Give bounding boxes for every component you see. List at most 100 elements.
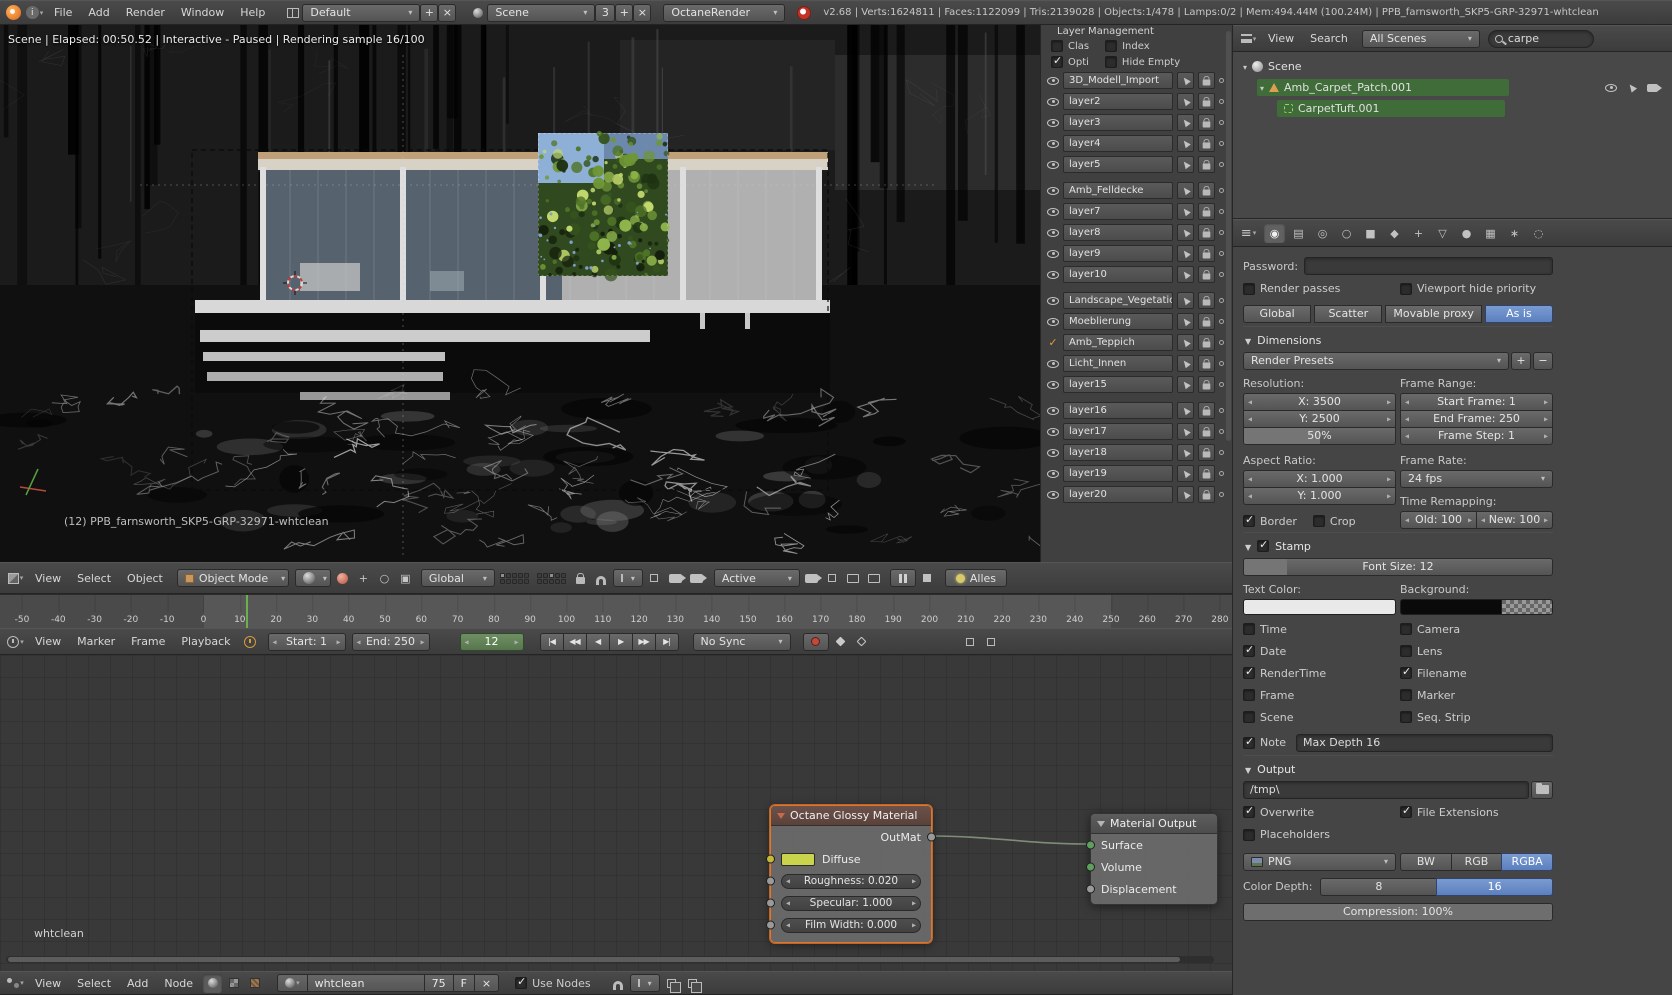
layer-name[interactable]: layer4 (1063, 135, 1173, 152)
layer-select-toggle[interactable] (1177, 334, 1194, 351)
stamp-background-swatch[interactable] (1400, 598, 1502, 615)
layer-select-toggle[interactable] (1177, 245, 1194, 262)
checkbox-box[interactable] (515, 975, 528, 989)
sync-playback-icon[interactable] (961, 632, 980, 651)
resolution-y-field[interactable]: Y: 2500 (1243, 409, 1396, 428)
material-output-node[interactable]: Material Output Surface Volume Displacem… (1086, 813, 1218, 905)
layer-lock-toggle[interactable] (1198, 402, 1215, 419)
stamp-font-size-slider[interactable]: Font Size: 12 (1243, 557, 1553, 576)
layer-select-toggle[interactable] (1177, 376, 1194, 393)
file-format-dropdown[interactable]: PNG (1243, 852, 1396, 871)
menu-node[interactable]: Node (156, 977, 201, 990)
stamp-checkbox-rendertime[interactable]: RenderTime (1243, 665, 1396, 680)
node-editor-hscrollbar[interactable] (6, 956, 1214, 963)
layer-visibility-eye-icon[interactable] (1047, 160, 1059, 169)
menu-playback[interactable]: Playback (173, 635, 238, 648)
layer-lock-toggle[interactable] (1198, 266, 1215, 283)
render-passes-checkbox[interactable]: Render passes (1243, 282, 1340, 295)
layer-visibility-eye-icon[interactable] (1047, 228, 1059, 237)
layer-lock-toggle[interactable] (1198, 334, 1215, 351)
layer-panel-scrollbar[interactable] (1226, 31, 1231, 441)
layer-render-dot[interactable] (1219, 340, 1224, 345)
overwrite-checkbox[interactable]: Overwrite (1243, 804, 1314, 819)
layer-name[interactable]: layer3 (1063, 114, 1173, 131)
layer-select-toggle[interactable] (1177, 156, 1194, 173)
layer-panel-title[interactable]: Layer Management (1057, 26, 1224, 37)
layer-render-dot[interactable] (1219, 78, 1224, 83)
output-node-header[interactable]: Material Output (1091, 814, 1217, 834)
selected-data-row[interactable]: CarpetTuft.001 (1277, 100, 1505, 117)
snap-node-magnet-icon[interactable] (609, 974, 628, 993)
properties-tab-physics[interactable]: ◌ (1528, 223, 1549, 243)
layer-render-dot[interactable] (1219, 209, 1224, 214)
password-field[interactable] (1304, 257, 1553, 275)
clas-checkbox[interactable]: Clas (1051, 40, 1089, 52)
layer-name[interactable]: layer19 (1063, 465, 1173, 482)
layer-row-layer16[interactable]: layer16 (1047, 402, 1224, 419)
layer-visibility-grid-1[interactable] (499, 572, 529, 584)
remap-new-field[interactable]: New: 100 (1476, 510, 1553, 529)
jump-to-start-button[interactable]: |◀ (539, 632, 564, 651)
stamp-note-field[interactable]: Max Depth 16 (1296, 733, 1553, 752)
selected-object-row[interactable]: Amb_Carpet_Patch.001 (1257, 79, 1509, 96)
roughness-slider[interactable]: Roughness: 0.020 (781, 873, 921, 889)
layer-select-toggle[interactable] (1177, 224, 1194, 241)
outmat-socket[interactable] (927, 832, 936, 842)
manipulator-rotate-icon[interactable]: ○ (375, 569, 394, 588)
octane-viewport-icon[interactable] (333, 569, 352, 588)
layer-lock-toggle[interactable] (1198, 182, 1215, 199)
3d-viewport[interactable]: Scene | Elapsed: 00:50.52 | Interactive … (0, 25, 1232, 562)
layer-visibility-eye-icon[interactable] (1047, 139, 1059, 148)
editor-type-info-icon[interactable] (25, 3, 44, 22)
properties-tab-texture[interactable]: ▦ (1480, 223, 1501, 243)
add-scene-button[interactable]: + (615, 3, 634, 22)
layer-name[interactable]: Landscape_Vegetation (1063, 292, 1173, 309)
open-filebrowser-button[interactable] (1531, 780, 1553, 799)
layer-name[interactable]: layer15 (1063, 376, 1173, 393)
layer-name[interactable]: layer8 (1063, 224, 1173, 241)
stamp-checkbox-frame[interactable]: Frame (1243, 689, 1396, 702)
layer-name[interactable]: 3D_Modell_Import (1063, 72, 1173, 89)
copy-nodes-icon[interactable] (662, 974, 681, 993)
layer-render-dot[interactable] (1219, 450, 1224, 455)
layer-name[interactable]: Amb_Teppich (1063, 334, 1173, 351)
checkbox-box[interactable] (1104, 56, 1117, 68)
properties-tab-data[interactable]: ▽ (1432, 223, 1453, 243)
checkbox-box[interactable] (1400, 804, 1412, 818)
stamp-checkbox-lens[interactable]: Lens (1400, 645, 1553, 658)
layer-render-dot[interactable] (1219, 230, 1224, 235)
crop-checkbox[interactable]: Crop (1312, 515, 1356, 528)
layer-lock-toggle[interactable] (1198, 355, 1215, 372)
layer-active-check-icon[interactable]: ✓ (1047, 336, 1059, 349)
checkbox-box[interactable] (1400, 282, 1412, 295)
end-frame-prop-field[interactable]: End Frame: 250 (1400, 409, 1553, 428)
opengl-render-anim-icon[interactable] (687, 569, 707, 588)
properties-tab-particles[interactable]: ∗ (1504, 223, 1525, 243)
layer-visibility-eye-icon[interactable] (1047, 448, 1059, 457)
layer-render-dot[interactable] (1219, 120, 1224, 125)
octane-imager-icon[interactable] (823, 569, 842, 588)
layer-name[interactable]: layer17 (1063, 423, 1173, 440)
checkbox-box[interactable] (1243, 735, 1255, 749)
menu-help[interactable]: Help (232, 6, 273, 19)
disclosure-icon[interactable] (1260, 81, 1264, 94)
editor-type-3d-view-icon[interactable] (6, 569, 25, 588)
menu-marker[interactable]: Marker (69, 635, 123, 648)
layer-name[interactable]: layer5 (1063, 156, 1173, 173)
channels-buttons-bw[interactable]: BW (1400, 852, 1452, 871)
layer-row-layer5[interactable]: layer5 (1047, 156, 1224, 173)
layer-select-toggle[interactable] (1177, 423, 1194, 440)
layer-row-layer7[interactable]: layer7 (1047, 203, 1224, 220)
menu-file[interactable]: File (46, 6, 80, 19)
layer-name[interactable]: layer16 (1063, 402, 1173, 419)
snap-element-dropdown[interactable] (612, 569, 643, 587)
layer-row-layer3[interactable]: layer3 (1047, 114, 1224, 131)
jump-to-end-button[interactable]: ▶| (654, 632, 679, 651)
layer-select-toggle[interactable] (1177, 486, 1194, 503)
layer-row-layer18[interactable]: layer18 (1047, 444, 1224, 461)
layer-visibility-grid-2[interactable] (536, 572, 566, 584)
layer-lock-toggle[interactable] (1198, 114, 1215, 131)
lock-to-scene-icon[interactable] (571, 569, 590, 588)
layer-render-dot[interactable] (1219, 99, 1224, 104)
layer-lock-toggle[interactable] (1198, 135, 1215, 152)
